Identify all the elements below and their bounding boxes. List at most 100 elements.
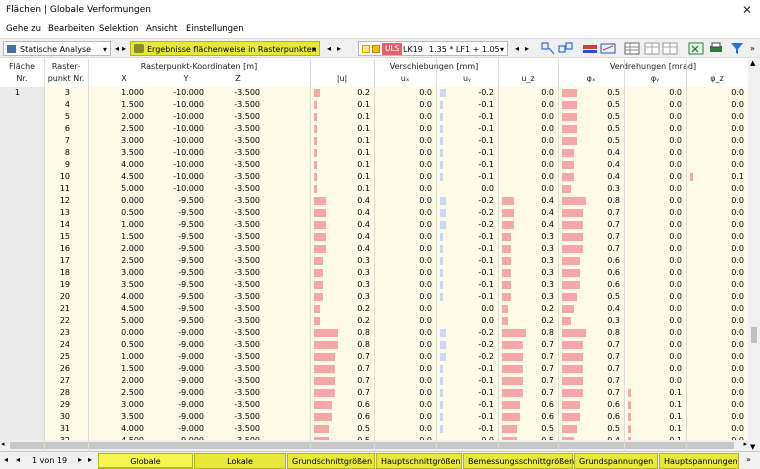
header-phix: φₓ bbox=[586, 74, 596, 83]
export-excel-icon[interactable] bbox=[688, 42, 704, 55]
cell-x: 3.500 bbox=[121, 148, 144, 157]
scroll-down-icon[interactable]: ▼ bbox=[750, 443, 755, 451]
cell-x: 1.000 bbox=[121, 220, 144, 229]
values-icon[interactable] bbox=[600, 42, 616, 55]
cell-uy: -0.1 bbox=[478, 256, 494, 265]
cell-x: 1.500 bbox=[121, 100, 144, 109]
cell-rasterpunkt: 7 bbox=[64, 136, 70, 145]
cell-z: -3.500 bbox=[234, 292, 260, 301]
cell-x: 2.000 bbox=[121, 244, 144, 253]
more-tabs-icon[interactable]: » bbox=[746, 455, 751, 464]
cell-y: -10.000 bbox=[173, 148, 204, 157]
cell-y: -9.000 bbox=[178, 328, 204, 337]
cell-y: -10.000 bbox=[173, 124, 204, 133]
cell-rasterpunkt: 5 bbox=[64, 112, 70, 121]
row-header-bg bbox=[0, 123, 44, 135]
cell-uy: -0.2 bbox=[478, 340, 494, 349]
cell-surface-no: 1 bbox=[14, 88, 20, 97]
menu-einstellungen[interactable]: Einstellungen bbox=[186, 24, 244, 34]
hscroll-thumb[interactable] bbox=[10, 442, 734, 449]
tab-hauptschnittgroessen[interactable]: Hauptschnittgrößen bbox=[376, 453, 462, 469]
next-arrow-icon[interactable]: ▸ bbox=[334, 41, 344, 56]
cell-phiy: 0.0 bbox=[669, 352, 682, 361]
prev-page-icon[interactable]: ◂ bbox=[16, 455, 20, 464]
cell-uy: -0.1 bbox=[478, 424, 494, 433]
menu-selektion[interactable]: Selektion bbox=[99, 24, 138, 34]
cell-phiz: 0.0 bbox=[731, 376, 744, 385]
next-arrow-icon[interactable]: ▸ bbox=[522, 41, 532, 56]
tab-lokale-verformungen[interactable]: Lokale Verformungen bbox=[194, 453, 286, 469]
cell-uy: -0.1 bbox=[478, 292, 494, 301]
cell-z: -3.500 bbox=[234, 328, 260, 337]
cell-uy: -0.2 bbox=[478, 208, 494, 217]
cell-rasterpunkt: 30 bbox=[59, 412, 70, 421]
cell-z: -3.500 bbox=[234, 280, 260, 289]
first-page-icon[interactable]: ◂ bbox=[4, 455, 8, 464]
analysis-label: Statische Analyse bbox=[20, 45, 92, 54]
vertical-scrollbar[interactable]: ▲ ▼ bbox=[748, 59, 760, 451]
tab-grundspannungen[interactable]: Grundspannungen bbox=[574, 453, 658, 469]
results-select[interactable]: Ergebnisse flächenweise in Rasterpunkten… bbox=[130, 41, 320, 56]
tab-grundschnittgroessen[interactable]: Grundschnittgrößen bbox=[287, 453, 375, 469]
last-page-icon[interactable]: ▸ bbox=[88, 455, 92, 464]
scroll-thumb[interactable] bbox=[751, 327, 757, 343]
next-arrow-icon[interactable]: ▸ bbox=[119, 41, 129, 56]
cell-u: 0.2 bbox=[357, 88, 370, 97]
prev-arrow-icon[interactable]: ◂ bbox=[324, 41, 334, 56]
cell-z: -3.500 bbox=[234, 340, 260, 349]
print-icon[interactable] bbox=[708, 42, 724, 55]
analysis-select[interactable]: Statische Analyse ▾ bbox=[3, 41, 111, 56]
scroll-left-icon[interactable]: ◂ bbox=[1, 440, 5, 448]
cell-u: 0.3 bbox=[357, 268, 370, 277]
menu-bearbeiten[interactable]: Bearbeiten bbox=[48, 24, 95, 34]
cell-phiz: 0.0 bbox=[731, 412, 744, 421]
row-header-bg bbox=[0, 267, 44, 279]
column-divider bbox=[310, 59, 311, 451]
table-options-icon[interactable] bbox=[662, 42, 678, 55]
more-icon[interactable]: » bbox=[750, 41, 755, 56]
cell-y: -10.000 bbox=[173, 172, 204, 181]
cell-uy: -0.1 bbox=[478, 100, 494, 109]
cell-u: 0.1 bbox=[357, 148, 370, 157]
cell-x: 2.500 bbox=[121, 124, 144, 133]
cell-ux: 0.0 bbox=[419, 136, 432, 145]
prev-arrow-icon[interactable]: ◂ bbox=[512, 41, 522, 56]
tab-globale-verformungen[interactable]: Globale Verformungen bbox=[98, 453, 193, 469]
cell-uy: 0.0 bbox=[481, 184, 494, 193]
cell-z: -3.500 bbox=[234, 136, 260, 145]
menu-gehe-zu[interactable]: Gehe zu bbox=[6, 24, 41, 34]
next-page-icon[interactable]: ▸ bbox=[78, 455, 82, 464]
filter-icon[interactable] bbox=[730, 42, 746, 55]
close-icon[interactable]: ✕ bbox=[742, 3, 752, 17]
cell-y: -9.500 bbox=[178, 208, 204, 217]
cell-y: -9.000 bbox=[178, 424, 204, 433]
tab-bemessungsschnittgroessen[interactable]: Bemessungsschnittgrößen bbox=[463, 453, 574, 469]
scroll-up-icon[interactable]: ▲ bbox=[750, 59, 755, 67]
cell-z: -3.500 bbox=[234, 304, 260, 313]
color-scale-icon[interactable] bbox=[582, 42, 598, 55]
row-header-bg bbox=[0, 279, 44, 291]
cell-phix: 0.8 bbox=[607, 196, 620, 205]
menu-ansicht[interactable]: Ansicht bbox=[146, 24, 177, 34]
loadcase-select[interactable]: ULS LK19 1.35 * LF1 + 1.05 ... ▾ bbox=[358, 41, 508, 69]
cell-phix: 0.5 bbox=[607, 292, 620, 301]
table-export-icon[interactable] bbox=[644, 42, 660, 55]
cell-rasterpunkt: 29 bbox=[59, 400, 70, 409]
cell-phiy: 0.0 bbox=[669, 340, 682, 349]
cell-rasterpunkt: 26 bbox=[59, 364, 70, 373]
select-icon[interactable] bbox=[540, 42, 556, 55]
cell-z: -3.500 bbox=[234, 412, 260, 421]
cell-phiz: 0.0 bbox=[731, 304, 744, 313]
tab-hauptspannungen[interactable]: Hauptspannungen bbox=[659, 453, 739, 469]
cell-phiy: 0.0 bbox=[669, 364, 682, 373]
cell-phix: 0.4 bbox=[607, 160, 620, 169]
cell-u: 0.1 bbox=[357, 124, 370, 133]
header-ux: uₓ bbox=[400, 74, 410, 83]
chevron-down-icon: ▾ bbox=[311, 45, 316, 54]
row-header-bg bbox=[0, 327, 44, 339]
filter-select-icon[interactable] bbox=[558, 42, 574, 55]
cell-uy: -0.1 bbox=[478, 136, 494, 145]
scroll-right-icon[interactable]: ▸ bbox=[743, 440, 747, 448]
table-icon[interactable] bbox=[624, 42, 640, 55]
cell-x: 0.000 bbox=[121, 328, 144, 337]
